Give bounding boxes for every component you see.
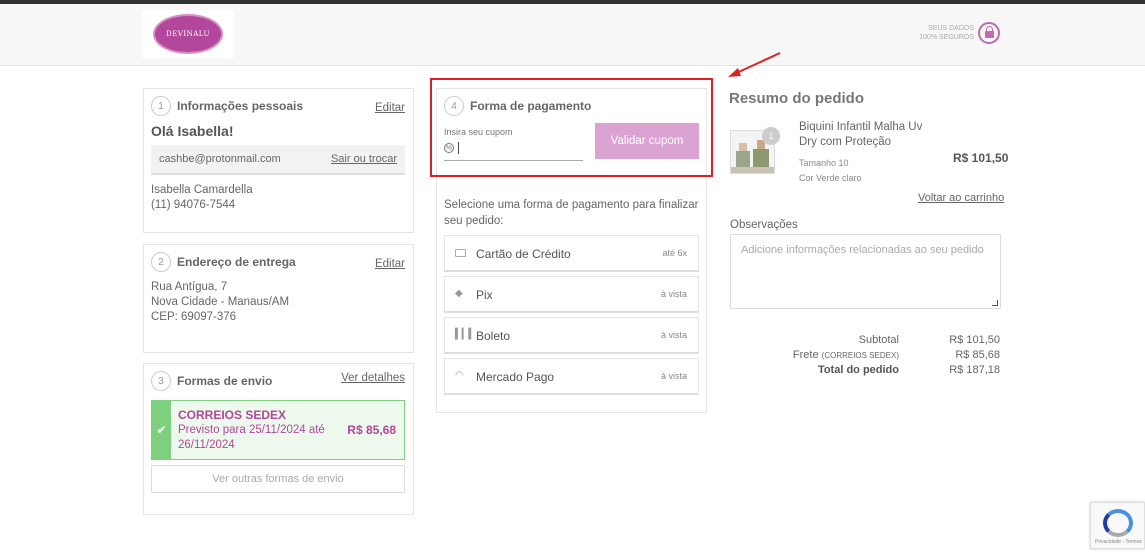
customer-name: Isabella Camardella <box>151 184 253 196</box>
shipping-details-link[interactable]: Ver detalhes <box>341 372 405 384</box>
email-bar: cashbe@protonmail.com Sair ou trocar <box>151 145 405 175</box>
secure-text: SEUS DADOS 100% SEGUROS <box>918 24 974 42</box>
pix-icon: ◆ <box>455 288 463 299</box>
personal-info-section: 1 Informações pessoais Editar Olá Isabel… <box>143 88 414 233</box>
payment-option-pix[interactable]: ◆ Pix à vista <box>444 276 699 313</box>
payment-option-name: Mercado Pago <box>476 370 555 384</box>
recaptcha-icon <box>1103 509 1133 537</box>
address-line-2: Nova Cidade - Manaus/AM <box>151 296 290 308</box>
product-color: Cor Verde claro <box>799 173 862 183</box>
frete-label: Frete <box>792 349 819 361</box>
resize-handle-icon[interactable] <box>992 300 998 306</box>
payment-option-note: à vista <box>660 371 687 381</box>
shipping-option-price: R$ 85,68 <box>347 423 396 437</box>
payment-option-note: até 6x <box>662 248 687 258</box>
summary-title: Resumo do pedido <box>729 90 864 107</box>
total-label: Total do pedido <box>817 364 899 376</box>
shipping-value: R$ 85,68 <box>955 349 1000 361</box>
address-section: 2 Endereço de entrega Editar Rua Antígua… <box>143 244 414 353</box>
address-line-1: Rua Antígua, 7 <box>151 281 228 293</box>
address-line-3: CEP: 69097-376 <box>151 311 237 323</box>
customer-phone: (11) 94076-7544 <box>151 199 236 211</box>
payment-option-credit-card[interactable]: Cartão de Crédito até 6x <box>444 235 699 272</box>
header: DEVINALU SEUS DADOS 100% SEGUROS <box>0 4 1145 66</box>
quantity-badge: 1 <box>762 127 780 145</box>
section-title: Endereço de entrega <box>177 255 296 269</box>
product-size: Tamanho 10 <box>799 158 849 168</box>
recaptcha-footer: Privacidade - Termos <box>1095 539 1142 545</box>
step-number: 3 <box>151 371 171 391</box>
step-number: 1 <box>151 96 171 116</box>
section-title: Informações pessoais <box>177 99 304 113</box>
edit-personal-link[interactable]: Editar <box>375 102 405 114</box>
secure-badge: SEUS DADOS 100% SEGUROS <box>918 22 1000 44</box>
payment-option-note: à vista <box>660 289 687 299</box>
product-name: Biquini Infantil Malha Uv Dry com Proteç… <box>799 121 923 148</box>
logo[interactable]: DEVINALU <box>142 10 234 58</box>
payment-option-name: Pix <box>476 288 493 302</box>
step-number: 2 <box>151 252 171 272</box>
shipping-option-eta: Previsto para 25/11/2024 até 26/11/2024 <box>178 424 325 451</box>
logo-text: DEVINALU <box>166 30 210 38</box>
subtotal-value: R$ 101,50 <box>949 334 1000 346</box>
check-icon: ✔ <box>152 401 171 459</box>
lock-icon <box>978 22 1000 44</box>
greeting: Olá Isabella! <box>151 123 234 139</box>
recaptcha-badge[interactable]: Privacidade - Termos <box>1090 502 1145 549</box>
total-value: R$ 187,18 <box>949 364 1000 376</box>
observations-label: Observações <box>730 219 798 231</box>
payment-option-mercado-pago[interactable]: ◠ Mercado Pago à vista <box>444 358 699 395</box>
shipping-label: Frete (CORREIOS SEDEX) <box>793 349 899 361</box>
switch-account-link[interactable]: Sair ou trocar <box>331 153 397 165</box>
payment-option-name: Cartão de Crédito <box>476 247 571 261</box>
shipping-option-selected[interactable]: ✔ CORREIOS SEDEX Previsto para 25/11/202… <box>151 400 405 460</box>
other-shipping-button[interactable]: Ver outras formas de envio <box>151 465 405 493</box>
secure-line-1: SEUS DADOS <box>928 25 974 32</box>
highlight-box <box>430 78 713 177</box>
edit-address-link[interactable]: Editar <box>375 258 405 270</box>
barcode-icon: ▍▎▍ <box>455 329 476 340</box>
subtotal-label: Subtotal <box>858 334 899 346</box>
observations-placeholder: Adicione informações relacionadas ao seu… <box>741 244 984 256</box>
frete-note: (CORREIOS SEDEX) <box>821 351 899 360</box>
credit-card-icon <box>455 249 466 257</box>
secure-line-2: 100% SEGUROS <box>919 34 974 41</box>
annotation-arrow-icon <box>728 52 781 77</box>
section-title: Formas de envio <box>177 374 273 388</box>
shipping-section: 3 Formas de envio Ver detalhes ✔ CORREIO… <box>143 363 414 515</box>
observations-textarea[interactable]: Adicione informações relacionadas ao seu… <box>730 234 1001 309</box>
product-price: R$ 101,50 <box>953 151 1009 165</box>
mercado-pago-icon: ◠ <box>455 370 464 381</box>
back-to-cart-link[interactable]: Voltar ao carrinho <box>918 192 1004 204</box>
email-text: cashbe@protonmail.com <box>159 153 281 165</box>
payment-option-boleto[interactable]: ▍▎▍ Boleto à vista <box>444 317 699 354</box>
payment-option-note: à vista <box>660 330 687 340</box>
payment-option-name: Boleto <box>476 329 511 343</box>
logo-badge: DEVINALU <box>153 14 223 54</box>
shipping-option-name: CORREIOS SEDEX <box>178 408 287 422</box>
payment-intro: Selecione uma forma de pagamento para fi… <box>444 199 699 227</box>
